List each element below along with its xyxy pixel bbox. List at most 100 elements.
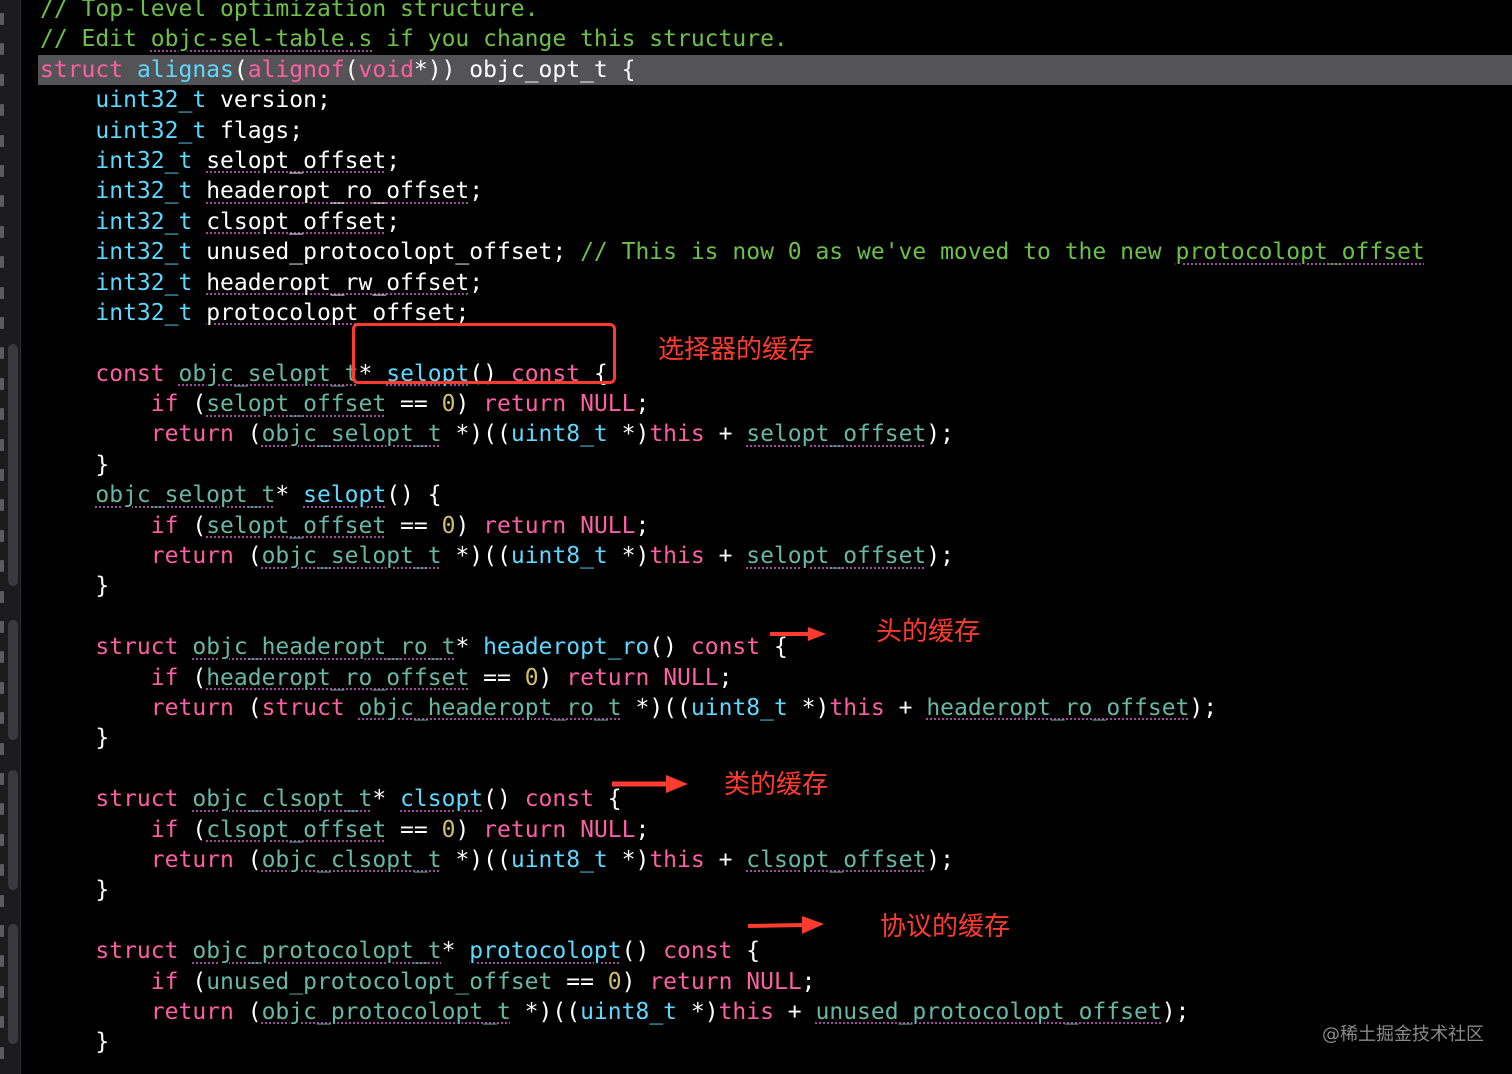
code-line[interactable]: return (objc_selopt_t *)((uint8_t *)this… — [38, 541, 1512, 571]
code-token: 0 — [441, 391, 456, 418]
code-token: NULL — [663, 664, 719, 691]
code-token: return — [150, 694, 234, 721]
code-line[interactable]: int32_t headeropt_ro_offset; — [38, 176, 1512, 206]
fold-ribbon[interactable] — [8, 770, 18, 890]
code-token: } — [40, 573, 110, 600]
code-line[interactable]: if (clsopt_offset == 0) return NULL; — [38, 815, 1512, 845]
code-token: { — [732, 938, 761, 965]
code-token: int32_t — [95, 269, 193, 296]
code-line[interactable]: int32_t unused_protocolopt_offset; // Th… — [38, 237, 1512, 267]
code-token: return — [649, 968, 733, 995]
code-token: int32_t — [95, 208, 193, 235]
code-line[interactable]: struct objc_protocolopt_t* protocolopt()… — [38, 936, 1512, 966]
code-line[interactable]: return (objc_selopt_t *)((uint8_t *)this… — [38, 419, 1512, 449]
code-token: uint32_t — [95, 117, 207, 144]
code-token: ; — [801, 968, 816, 995]
code-token: ); — [1189, 694, 1218, 721]
code-token: return — [566, 664, 650, 691]
line-marker — [0, 73, 4, 86]
code-token: NULL — [580, 391, 636, 418]
code-token: ) — [455, 816, 484, 843]
code-token: selopt_offset — [746, 421, 927, 448]
code-line[interactable]: if (headeropt_ro_offset == 0) return NUL… — [38, 663, 1512, 693]
code-line[interactable]: if (selopt_offset == 0) return NULL; — [38, 389, 1512, 419]
line-marker — [0, 742, 4, 755]
fold-ribbon[interactable] — [8, 924, 18, 1044]
code-line[interactable]: } — [38, 875, 1512, 905]
code-token: protocolopt_offset — [1175, 239, 1425, 266]
line-marker — [0, 1016, 4, 1029]
code-token: == — [469, 664, 525, 691]
code-line[interactable]: return (objc_protocolopt_t *)((uint8_t *… — [38, 997, 1512, 1027]
code-token: ) — [455, 391, 484, 418]
code-token: *)(( — [441, 846, 511, 873]
code-token: clsopt — [400, 786, 484, 813]
editor-gutter — [0, 0, 21, 1074]
code-token: struct — [40, 56, 137, 83]
code-token: clsopt_offset — [206, 816, 387, 843]
code-line[interactable]: uint32_t version; — [38, 85, 1512, 115]
code-token: return — [483, 512, 567, 539]
code-line[interactable]: } — [38, 450, 1512, 480]
code-line[interactable]: int32_t headeropt_rw_offset; — [38, 268, 1512, 298]
code-token: struct — [95, 786, 179, 813]
code-line[interactable]: if (unused_protocolopt_offset == 0) retu… — [38, 967, 1512, 997]
code-token: uint8_t — [510, 421, 608, 448]
code-line[interactable]: } — [38, 723, 1512, 753]
current-line[interactable]: struct alignas(alignof(void*)) objc_opt_… — [38, 54, 1512, 86]
code-token: objc_clsopt_t — [192, 786, 373, 813]
code-token: ) — [538, 664, 567, 691]
code-line[interactable]: return (objc_clsopt_t *)((uint8_t *)this… — [38, 845, 1512, 875]
code-token: + — [704, 421, 747, 448]
code-token: + — [704, 846, 747, 873]
code-line[interactable]: objc_selopt_t* selopt() { — [38, 480, 1512, 510]
code-line[interactable]: int32_t selopt_offset; — [38, 146, 1512, 176]
line-marker — [0, 985, 4, 998]
code-token: ( — [233, 846, 262, 873]
code-line[interactable]: int32_t protocolopt_offset; — [38, 298, 1512, 328]
code-token: 0 — [607, 968, 622, 995]
line-marker — [0, 864, 4, 877]
line-marker — [0, 225, 4, 238]
code-token: ); — [1161, 998, 1190, 1025]
code-token: return — [150, 421, 234, 448]
code-line[interactable]: if (selopt_offset == 0) return NULL; — [38, 511, 1512, 541]
line-marker — [0, 560, 4, 573]
fold-ribbon[interactable] — [8, 620, 18, 740]
line-marker — [0, 590, 4, 603]
code-token: if — [150, 512, 179, 539]
code-token: flags; — [206, 117, 304, 144]
code-line[interactable]: } — [38, 1027, 1512, 1057]
code-token: return — [150, 543, 234, 570]
code-token: uint8_t — [510, 543, 608, 570]
code-token: // This is now 0 as we've moved to the n… — [580, 239, 1176, 266]
code-token: if — [150, 816, 179, 843]
line-marker — [0, 803, 4, 816]
code-line[interactable]: int32_t clsopt_offset; — [38, 207, 1512, 237]
line-marker — [0, 1046, 4, 1059]
code-line[interactable]: uint32_t flags; — [38, 116, 1512, 146]
arrow-icon — [747, 916, 824, 934]
line-marker — [0, 134, 4, 147]
code-token: struct — [95, 938, 179, 965]
code-token: this — [649, 543, 705, 570]
code-token: == — [386, 816, 442, 843]
code-token: protocolopt_offset — [206, 299, 456, 326]
fold-ribbon[interactable] — [8, 466, 18, 586]
code-line[interactable]: // Top-level optimization structure. — [38, 0, 1512, 24]
code-token: ) — [621, 968, 650, 995]
line-marker — [0, 773, 4, 785]
code-line[interactable]: } — [38, 571, 1512, 601]
code-line[interactable]: return (struct objc_headeropt_ro_t *)((u… — [38, 693, 1512, 723]
code-line[interactable]: // Edit objc-sel-table.s if you change t… — [38, 24, 1512, 54]
code-token: *) — [677, 998, 719, 1025]
code-token: ; — [386, 208, 401, 235]
code-editor[interactable]: // Top-level optimization structure.// E… — [38, 0, 1512, 1058]
code-token: ; — [635, 816, 650, 843]
line-marker — [0, 317, 4, 329]
